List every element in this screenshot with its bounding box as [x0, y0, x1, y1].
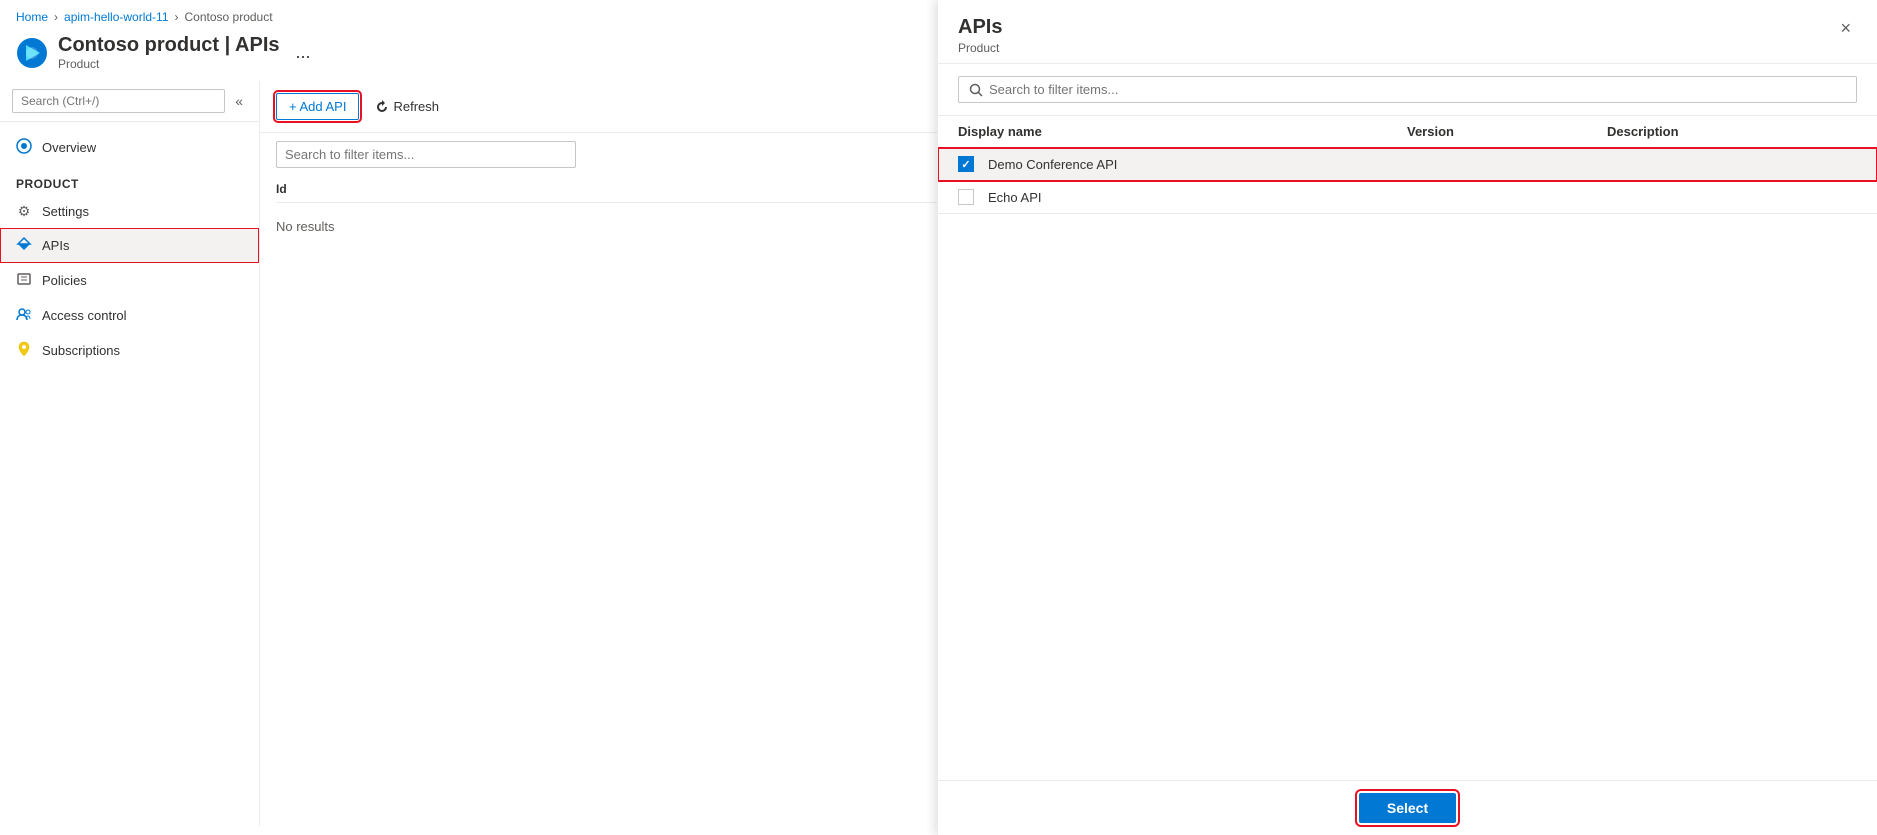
sidebar-item-subscriptions[interactable]: Subscriptions — [0, 333, 259, 368]
sidebar-item-subscriptions-label: Subscriptions — [42, 343, 120, 358]
access-control-icon — [16, 306, 32, 325]
policies-icon — [16, 271, 32, 290]
col-id-header: Id — [276, 182, 476, 196]
sidebar-item-apis[interactable]: APIs — [0, 228, 259, 263]
main-search-input[interactable] — [276, 141, 576, 168]
sidebar-section-label: Product — [0, 165, 259, 195]
panel-subtitle: Product — [958, 41, 1002, 55]
sidebar-item-policies[interactable]: Policies — [0, 263, 259, 298]
sidebar-nav: Overview Product ⚙ Settings APIs Policie… — [0, 122, 259, 376]
panel-search-icon — [969, 83, 983, 97]
sidebar-item-overview[interactable]: Overview — [0, 130, 259, 165]
refresh-button[interactable]: Refresh — [367, 94, 447, 119]
apis-icon — [16, 236, 32, 255]
api-name-demo: Demo Conference API — [988, 157, 1407, 172]
sidebar-search-input[interactable] — [12, 89, 225, 113]
refresh-icon — [375, 100, 389, 114]
breadcrumb-home[interactable]: Home — [16, 10, 48, 24]
panel-footer: Select — [938, 780, 1877, 835]
sidebar-item-overview-label: Overview — [42, 140, 96, 155]
sidebar-item-policies-label: Policies — [42, 273, 87, 288]
panel-row-demo[interactable]: Demo Conference API — [938, 148, 1877, 181]
breadcrumb-apim[interactable]: apim-hello-world-11 — [64, 10, 168, 24]
panel-close-button[interactable]: × — [1834, 16, 1857, 41]
page-title: Contoso product | APIs — [58, 34, 280, 57]
right-panel: APIs Product × Display name Version Desc… — [937, 0, 1877, 835]
panel-search-input[interactable] — [989, 82, 1846, 97]
add-api-button[interactable]: + Add API — [276, 93, 359, 120]
refresh-label: Refresh — [393, 99, 439, 114]
sidebar-item-settings[interactable]: ⚙ Settings — [0, 195, 259, 228]
checkbox-demo[interactable] — [958, 156, 974, 172]
sidebar: « Overview Product ⚙ Settings APIs — [0, 81, 260, 826]
select-button[interactable]: Select — [1359, 793, 1456, 823]
settings-icon: ⚙ — [16, 203, 32, 220]
subscriptions-icon — [16, 341, 32, 360]
api-name-echo: Echo API — [988, 190, 1407, 205]
panel-header: APIs Product × — [938, 0, 1877, 64]
product-icon — [16, 37, 48, 69]
sidebar-search-area: « — [0, 81, 259, 122]
page-subtitle: Product — [58, 57, 280, 71]
sidebar-item-settings-label: Settings — [42, 204, 89, 219]
panel-table-header: Display name Version Description — [938, 116, 1877, 148]
col-description-header: Description — [1607, 124, 1857, 139]
panel-title: APIs — [958, 16, 1002, 39]
col-version-header: Version — [1407, 124, 1607, 139]
sidebar-item-access-control[interactable]: Access control — [0, 298, 259, 333]
overview-icon — [16, 138, 32, 157]
panel-search-area — [938, 64, 1877, 116]
sidebar-item-apis-label: APIs — [42, 238, 69, 253]
col-display-name-header: Display name — [958, 124, 1407, 139]
breadcrumb-current: Contoso product — [185, 10, 273, 24]
sidebar-item-access-control-label: Access control — [42, 308, 127, 323]
panel-table: Display name Version Description Demo Co… — [938, 116, 1877, 780]
panel-row-echo[interactable]: Echo API — [938, 181, 1877, 214]
collapse-button[interactable]: « — [231, 91, 247, 111]
checkbox-echo[interactable] — [958, 189, 974, 205]
more-options-button[interactable]: ... — [290, 40, 317, 65]
